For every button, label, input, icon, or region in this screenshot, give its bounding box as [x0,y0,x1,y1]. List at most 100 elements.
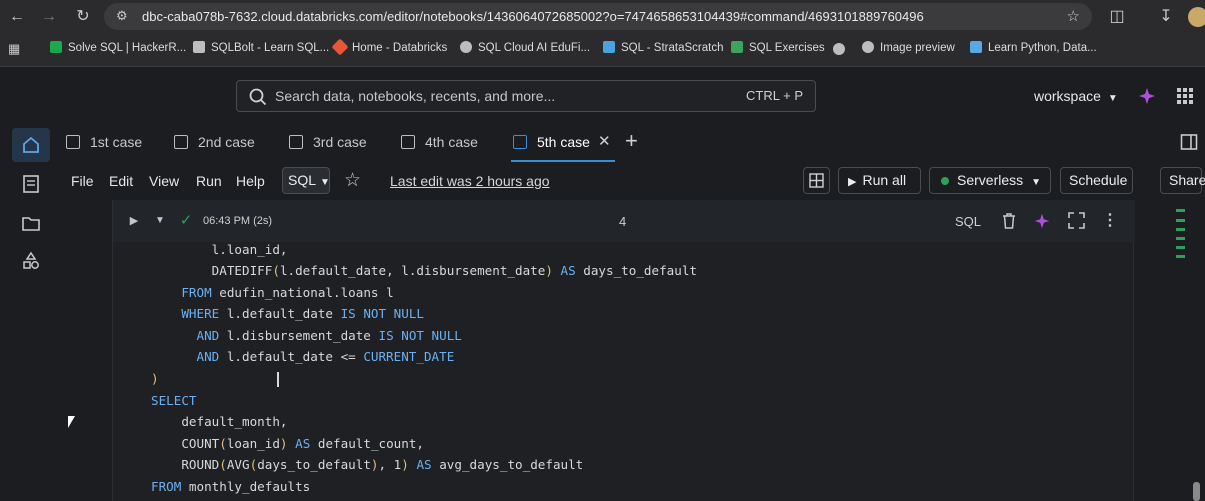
text-cursor [277,372,279,387]
code-line: FROM edufin_national.loans l [181,285,394,300]
cell-toolbar: ▶ ▼ ✓ 06:43 PM (2s) 4 SQL ⋮ [113,200,1135,242]
language-label: SQL [288,172,317,188]
menu-file[interactable]: File [71,173,94,189]
code-line: WHERE l.default_date IS NOT NULL [181,306,424,321]
run-cell-icon[interactable]: ▶ [125,212,143,230]
bookmark-star-icon[interactable]: ☆ [1067,7,1080,25]
success-check-icon: ✓ [179,212,193,229]
layout-button[interactable] [803,167,830,194]
close-tab-icon[interactable]: ✕ [598,122,611,162]
cell-number: 4 [619,214,627,229]
address-bar[interactable]: ⚙ dbc-caba078b-7632.cloud.databricks.com… [104,3,1092,30]
menu-view[interactable]: View [149,173,179,189]
site-info-icon[interactable]: ⚙ [116,8,128,24]
bookmark-item[interactable]: SQL Exercises [731,41,825,54]
tab-5th-case[interactable]: 5th case ✕ [511,122,615,162]
reload-icon[interactable]: ↻ [72,6,94,28]
last-edit-link[interactable]: Last edit was 2 hours ago [390,173,550,189]
chevron-down-icon[interactable]: ▼ [151,212,169,230]
globe-bookmark-icon[interactable] [833,43,845,55]
panel-toggle-icon[interactable] [1180,133,1198,151]
hackerrank-icon [50,41,62,53]
notebook-icon[interactable] [20,173,42,195]
share-label: Share [1169,172,1205,188]
menu-edit[interactable]: Edit [109,173,133,189]
code-text: DATEDIFF(l.default_date, l.disbursement_… [211,263,697,278]
more-options-icon[interactable]: ⋮ [1101,212,1119,230]
delete-icon[interactable] [1001,212,1017,230]
code-line: AND l.disbursement_date IS NOT NULL [196,328,462,343]
back-icon[interactable]: ← [6,6,28,28]
cell-language[interactable]: SQL [955,214,981,229]
bookmark-label: Home - Databricks [352,42,448,54]
chevron-down-icon: ▼ [1107,93,1118,104]
code-line: default_month, [151,414,288,429]
bookmark-item[interactable]: Home - Databricks [331,38,448,56]
code-line: l.loan_id, [151,242,288,257]
minimap-mark [1176,219,1185,222]
menu-help[interactable]: Help [236,173,265,189]
tab-label: 4th case [425,134,478,150]
code-line: COUNT(loan_id) AS default_count, [151,436,425,451]
expand-icon[interactable] [1068,212,1085,229]
sqlbolt-icon [193,41,205,53]
global-search[interactable]: Search data, notebooks, recents, and mor… [236,80,816,112]
code-cell[interactable]: ▶ ▼ ✓ 06:43 PM (2s) 4 SQL ⋮ l.loan_id, D… [112,200,1135,501]
schedule-label: Schedule [1069,172,1128,188]
run-all-button[interactable]: ▶ Run all [838,167,921,194]
assistant-sparkle-icon[interactable] [1033,212,1051,230]
tab-2nd-case[interactable]: 2nd case [172,122,255,162]
bookmark-label: SQL Cloud AI EduFi... [478,42,591,54]
folder-icon[interactable] [20,212,42,234]
compute-select[interactable]: Serverless ▼ [929,167,1051,194]
code-line: DATEDIFF(l.default_date, l.disbursement_… [151,263,697,278]
run-all-label: Run all [862,172,907,188]
workspace-switcher[interactable]: workspace ▼ [1034,88,1118,104]
play-icon: ▶ [848,176,857,188]
download-icon[interactable]: ↧ [1155,6,1177,28]
tab-4th-case[interactable]: 4th case [399,122,478,162]
w3resource-icon [731,41,743,53]
favorite-star-icon[interactable]: ☆ [344,169,361,192]
code-line: ) [151,371,159,386]
mouse-cursor [68,416,75,428]
schedule-button[interactable]: Schedule [1060,167,1133,194]
workspace-label: workspace [1034,88,1101,104]
menu-run[interactable]: Run [196,173,222,189]
bookmark-item[interactable]: Image preview [862,41,955,54]
add-tab-icon[interactable]: + [625,130,638,152]
home-icon [23,136,39,153]
browser-toolbar: ← → ↻ ⚙ dbc-caba078b-7632.cloud.databric… [0,0,1205,33]
share-button[interactable]: Share [1160,167,1205,194]
apps-grid-icon[interactable]: ▦ [8,42,22,56]
assistant-sparkle-icon[interactable] [1137,86,1157,106]
forward-icon[interactable]: → [38,6,60,28]
notebook-tab-icon [401,135,415,149]
globe-icon [460,41,472,53]
bookmark-item[interactable]: Learn Python, Data... [970,41,1097,54]
bookmark-label: Image preview [880,42,955,54]
minimap-mark [1176,228,1185,231]
kaggle-icon [970,41,982,53]
scrollbar-thumb[interactable] [1193,482,1200,501]
bookmark-item[interactable]: SQL Cloud AI EduFi... [460,41,590,54]
search-tab-icon[interactable]: ◫ [1106,6,1128,28]
tab-1st-case[interactable]: 1st case [64,122,142,162]
app-header: Search data, notebooks, recents, and mor… [0,67,1205,122]
home-button[interactable] [12,128,50,162]
tab-3rd-case[interactable]: 3rd case [287,122,367,162]
search-input[interactable]: Search data, notebooks, recents, and mor… [275,88,555,104]
stratascratch-icon [603,41,615,53]
code-line: AND l.default_date <= CURRENT_DATE [196,349,455,364]
notebook-tab-icon [513,135,527,149]
bookmark-item[interactable]: Solve SQL | HackerR... [50,41,186,54]
bookmark-item[interactable]: SQLBolt - Learn SQL... [193,41,329,54]
language-select[interactable]: SQL ▼ [282,167,330,194]
profile-avatar[interactable] [1188,7,1205,27]
apps-grid-icon[interactable] [1176,87,1194,105]
bookmarks-bar: ▦ Solve SQL | HackerR... SQLBolt - Learn… [0,33,1205,67]
bookmark-item[interactable]: SQL - StrataScratch [603,41,723,54]
left-rail [0,122,75,501]
bookmark-label: SQL Exercises [749,42,825,54]
shapes-icon[interactable] [20,250,42,272]
